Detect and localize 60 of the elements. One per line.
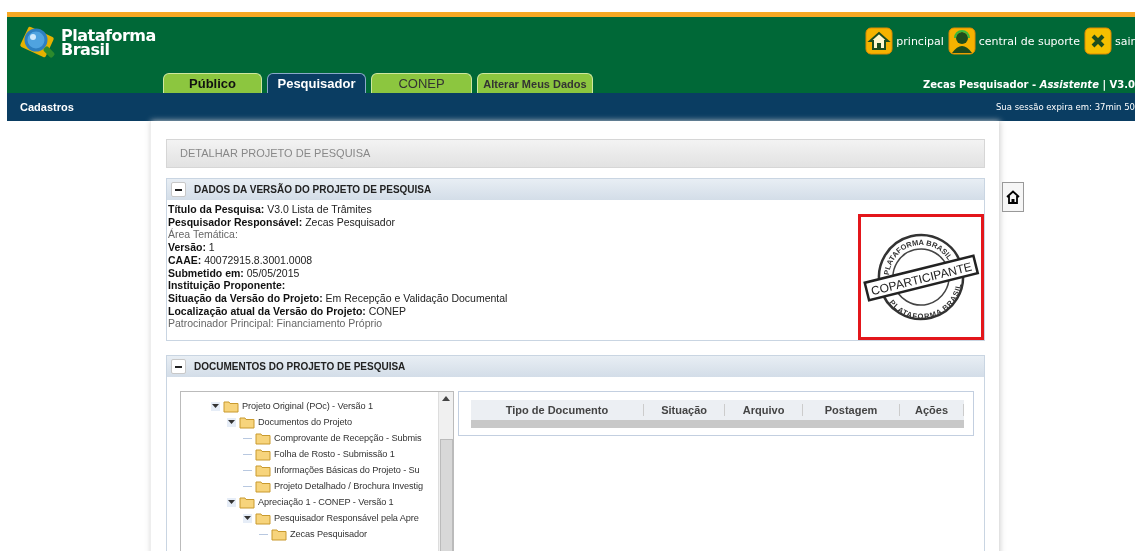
field-line: Título da Pesquisa: V3.0 Lista de Trâmites: [168, 203, 373, 216]
column-header: Postagem: [802, 404, 901, 416]
field-line: Versão: 1: [168, 241, 216, 254]
collapse-icon[interactable]: [211, 401, 220, 411]
user-info: Zecas Pesquisador - Assistente | V3.0: [922, 79, 1135, 90]
header-link[interactable]: central de suporte: [978, 34, 1080, 48]
scrollbar[interactable]: [438, 392, 453, 551]
nav-tab[interactable]: Pesquisador: [267, 73, 366, 93]
folder-icon: [239, 415, 255, 429]
headset-person-icon[interactable]: [947, 27, 976, 55]
collapse-icon[interactable]: [227, 497, 236, 507]
folder-icon: [271, 527, 287, 541]
tree-item[interactable]: Documentos do Projeto: [258, 417, 352, 427]
page-title: DETALHAR PROJETO DE PESQUISA: [166, 139, 985, 168]
home-icon[interactable]: [1006, 190, 1020, 204]
field-line: Instituição Proponente:: [168, 279, 287, 292]
column-header: Tipo de Documento: [471, 404, 644, 416]
nav-tab[interactable]: Público: [163, 73, 262, 93]
field-line: Área Temática:: [168, 228, 239, 242]
section-title: DOCUMENTOS DO PROJETO DE PESQUISA: [194, 361, 406, 372]
header-link[interactable]: principal: [896, 34, 944, 48]
collapse-icon[interactable]: [243, 513, 252, 523]
folder-icon: [239, 495, 255, 509]
tree-item[interactable]: Pesquisador Responsável pela Apre: [274, 513, 419, 523]
nav-tab[interactable]: CONEP: [371, 73, 472, 93]
field-line: Localização atual da Versão do Projeto: CONEP: [168, 304, 408, 318]
field-line: Submetido em: 05/05/2015: [168, 266, 301, 280]
home-button[interactable]: [1002, 182, 1024, 212]
column-header: Ações: [900, 404, 964, 416]
tree-item[interactable]: Zecas Pesquisador: [290, 529, 367, 539]
tree-item[interactable]: Projeto Detalhado / Brochura Investig: [274, 481, 423, 491]
folder-icon: [223, 399, 239, 413]
collapse-button[interactable]: [171, 359, 186, 374]
nav-tab[interactable]: Alterar Meus Dados: [477, 73, 593, 93]
menu-item[interactable]: Cadastros: [7, 101, 74, 113]
folder-icon: [255, 479, 271, 493]
column-header: Situação: [643, 404, 726, 416]
collapse-button[interactable]: [171, 182, 186, 197]
home-icon[interactable]: [865, 27, 894, 55]
folder-icon: [255, 511, 271, 525]
header-link[interactable]: sair: [1114, 34, 1135, 48]
field-line: Situação da Versão do Projeto: Em Recepção e Validação Documental: [168, 291, 508, 305]
tree-item[interactable]: Comprovante de Recepção - Submis: [274, 433, 422, 443]
folder-icon: [255, 463, 271, 477]
field-line: Patrocinador Principal: Financiamento Próprio: [168, 317, 384, 331]
folder-icon: [255, 431, 271, 445]
column-header: Arquivo: [725, 404, 803, 416]
tree-item[interactable]: Projeto Original (POc) - Versão 1: [242, 401, 373, 411]
field-line: CAAE: 40072915.8.3001.0008: [168, 253, 314, 267]
tree-item[interactable]: Folha de Rosto - Submissão 1: [274, 449, 395, 459]
close-icon[interactable]: [1083, 27, 1112, 55]
scroll-up-icon[interactable]: [442, 396, 450, 401]
tree-item[interactable]: Apreciação 1 - CONEP - Versão 1: [258, 497, 394, 507]
collapse-icon[interactable]: [227, 417, 236, 427]
field-line: Pesquisador Responsável: Zecas Pesquisador: [168, 215, 397, 229]
session-timer: Sua sessão expira em: 37min 50: [995, 102, 1135, 112]
section-title: DADOS DA VERSÃO DO PROJETO DE PESQUISA: [194, 184, 432, 195]
folder-icon: [255, 447, 271, 461]
logo-text: Plataforma Brasil: [61, 29, 156, 57]
tree-item[interactable]: Informações Básicas do Projeto - Su: [274, 465, 420, 475]
